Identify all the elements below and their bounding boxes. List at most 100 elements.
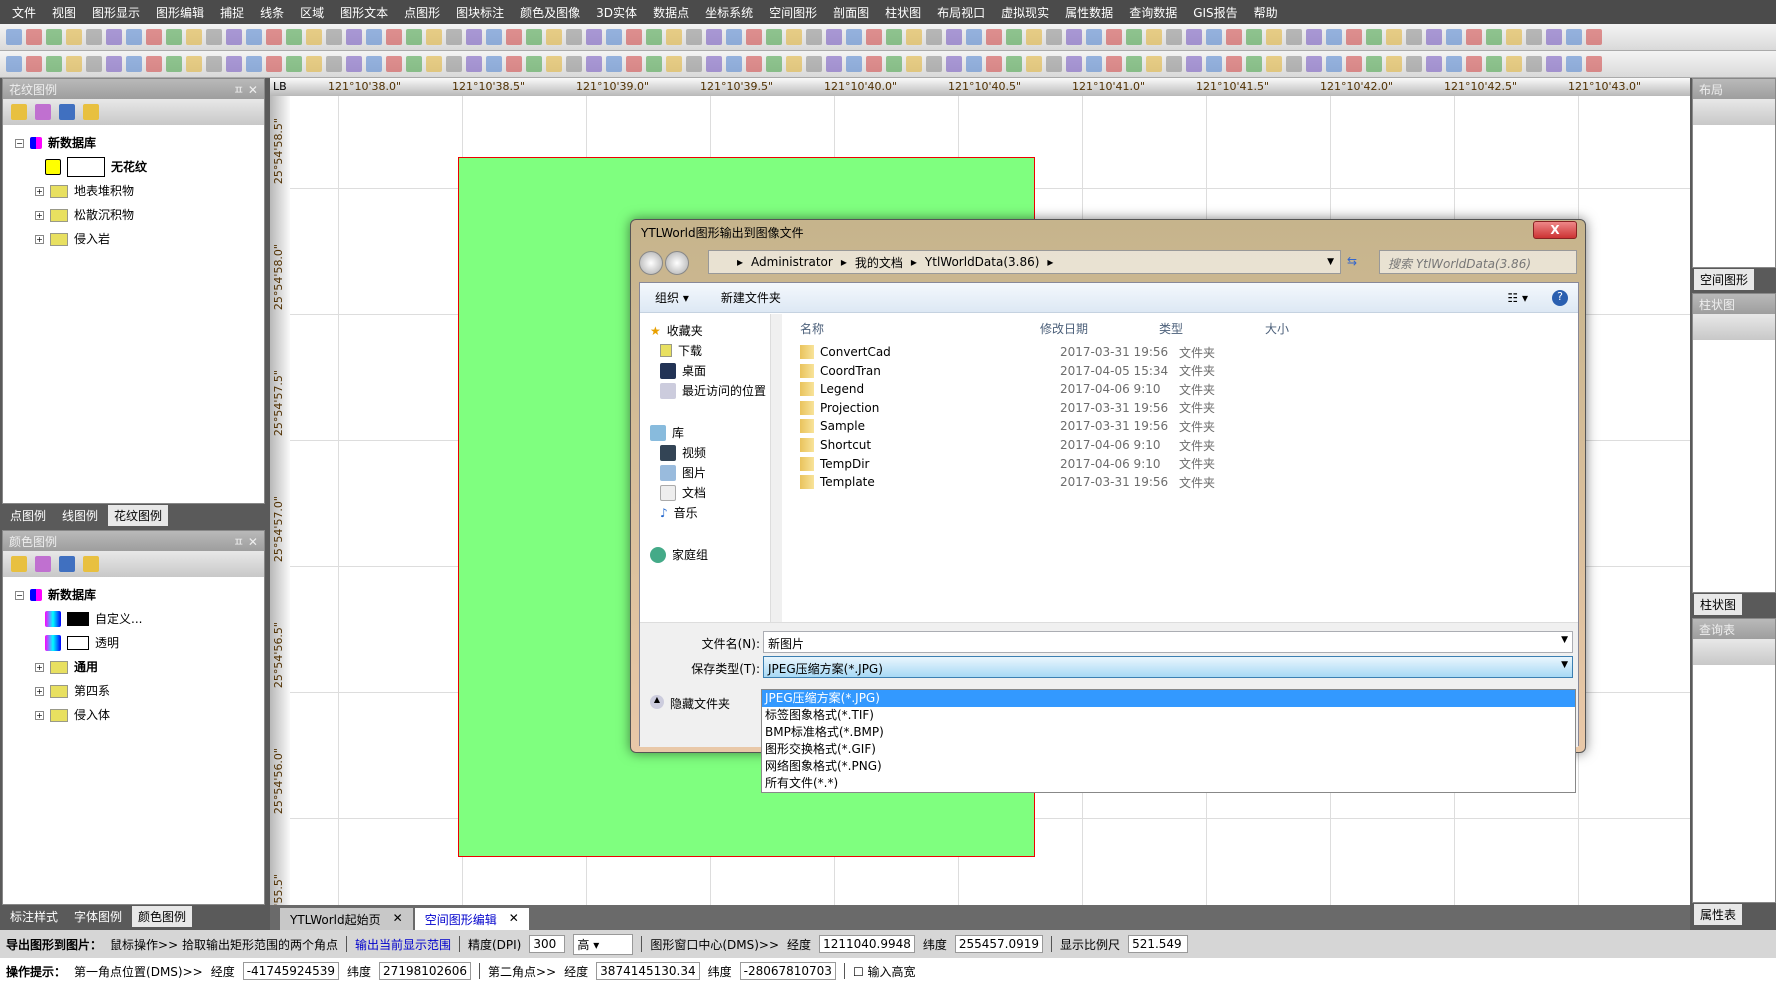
toolbar-button-icon[interactable]: [1186, 56, 1202, 72]
toolbar-button-icon[interactable]: [626, 56, 642, 72]
toolbar-button-icon[interactable]: [546, 56, 562, 72]
toolbar-button-icon[interactable]: [686, 29, 702, 45]
toolbar-button-icon[interactable]: [146, 29, 162, 45]
tab-line-legend[interactable]: 线图例: [56, 505, 104, 526]
tool-icon[interactable]: [35, 556, 51, 572]
toolbar-button-icon[interactable]: [1446, 29, 1462, 45]
tool-icon[interactable]: [35, 104, 51, 120]
menu-item[interactable]: 捕捉: [220, 4, 244, 21]
toolbar-button-icon[interactable]: [1426, 56, 1442, 72]
toolbar-button-icon[interactable]: [1506, 56, 1522, 72]
toolbar-button-icon[interactable]: [26, 56, 42, 72]
close-icon[interactable]: ✕: [393, 911, 403, 927]
toolbar-button-icon[interactable]: [1026, 56, 1042, 72]
toolbar-button-icon[interactable]: [6, 56, 22, 72]
toolbar-button-icon[interactable]: [806, 29, 822, 45]
toolbar-button-icon[interactable]: [366, 56, 382, 72]
quality-select[interactable]: 高 ▾: [573, 933, 634, 955]
nav-homegroup[interactable]: 家庭组: [650, 546, 708, 563]
toolbar-button-icon[interactable]: [926, 56, 942, 72]
toolbar-button-icon[interactable]: [186, 56, 202, 72]
address-bar[interactable]: ▸ Administrator ▸ 我的文档 ▸ YtlWorldData(3.86) ▸ …: [708, 250, 1341, 274]
savetype-select[interactable]: JPEG压缩方案(*.JPG) ▼: [763, 656, 1573, 678]
toolbar-button-icon[interactable]: [606, 29, 622, 45]
search-input[interactable]: 搜索 YtlWorldData(3.86): [1379, 250, 1577, 274]
toolbar-button-icon[interactable]: [1346, 29, 1362, 45]
toolbar-button-icon[interactable]: [46, 29, 62, 45]
tab-label-style[interactable]: 标注样式: [4, 906, 64, 927]
toolbar-button-icon[interactable]: [1186, 29, 1202, 45]
p2-lat-input[interactable]: -28067810703: [739, 962, 836, 980]
toolbar-button-icon[interactable]: [1506, 29, 1522, 45]
toolbar-button-icon[interactable]: [446, 56, 462, 72]
toolbar-button-icon[interactable]: [1246, 56, 1262, 72]
new-folder-icon[interactable]: [83, 556, 99, 572]
toolbar-button-icon[interactable]: [1046, 29, 1062, 45]
toolbar-button-icon[interactable]: [666, 29, 682, 45]
toolbar-button-icon[interactable]: [386, 56, 402, 72]
toolbar-button-icon[interactable]: [506, 56, 522, 72]
toolbar-button-icon[interactable]: [1286, 56, 1302, 72]
menu-item[interactable]: 图块标注: [456, 4, 504, 21]
toolbar-button-icon[interactable]: [86, 56, 102, 72]
tree-root[interactable]: − 新数据库: [15, 131, 264, 155]
toolbar-button-icon[interactable]: [366, 29, 382, 45]
toolbar-button-icon[interactable]: [1126, 56, 1142, 72]
tab-pattern-legend[interactable]: 花纹图例: [108, 505, 169, 526]
toolbar-button-icon[interactable]: [326, 56, 342, 72]
file-row[interactable]: Projection 2017-03-31 19:56 文件夹: [800, 398, 1400, 418]
close-icon[interactable]: ✕: [509, 911, 519, 927]
file-row[interactable]: CoordTran 2017-04-05 15:34 文件夹: [800, 361, 1400, 381]
toolbar-button-icon[interactable]: [66, 29, 82, 45]
file-row[interactable]: ConvertCad 2017-03-31 19:56 文件夹: [800, 342, 1400, 362]
toolbar-button-icon[interactable]: [966, 56, 982, 72]
toolbar-button-icon[interactable]: [826, 56, 842, 72]
chevron-down-icon[interactable]: ▼: [1561, 635, 1568, 645]
close-icon[interactable]: ㅍ ✕: [233, 81, 258, 97]
toolbar-button-icon[interactable]: [186, 29, 202, 45]
toolbar-button-icon[interactable]: [1366, 56, 1382, 72]
input-size-checkbox[interactable]: ☐ 输入高宽: [853, 963, 916, 980]
tab-attributes[interactable]: 属性表: [1694, 904, 1743, 925]
toolbar-button-icon[interactable]: [406, 29, 422, 45]
toolbar-button-icon[interactable]: [1586, 56, 1602, 72]
menu-item[interactable]: 剖面图: [833, 4, 869, 21]
toolbar-button-icon[interactable]: [1226, 56, 1242, 72]
menu-item[interactable]: 布局视口: [937, 4, 985, 21]
menu-item[interactable]: 柱状图: [885, 4, 921, 21]
toolbar-button-icon[interactable]: [946, 29, 962, 45]
toolbar-button-icon[interactable]: [246, 29, 262, 45]
menu-item[interactable]: 图形文本: [340, 4, 388, 21]
toolbar-button-icon[interactable]: [166, 29, 182, 45]
toolbar-button-icon[interactable]: [786, 56, 802, 72]
p1-lat-input[interactable]: 27198102606: [379, 962, 472, 980]
toolbar-button-icon[interactable]: [1046, 56, 1062, 72]
menu-item[interactable]: 区域: [300, 4, 324, 21]
toolbar-button-icon[interactable]: [526, 56, 542, 72]
menu-item[interactable]: 数据点: [653, 4, 689, 21]
toolbar-button-icon[interactable]: [1306, 29, 1322, 45]
table-icon[interactable]: [59, 556, 75, 572]
toolbar-button-icon[interactable]: [906, 29, 922, 45]
savetype-option[interactable]: 所有文件(*.*): [762, 775, 1575, 792]
toolbar-button-icon[interactable]: [486, 56, 502, 72]
tool-icon[interactable]: [11, 104, 27, 120]
close-icon[interactable]: ㅍ ✕: [233, 533, 258, 549]
toolbar-button-icon[interactable]: [706, 29, 722, 45]
file-row[interactable]: Legend 2017-04-06 9:10 文件夹: [800, 379, 1400, 399]
menu-item[interactable]: 颜色及图像: [520, 4, 580, 21]
toolbar-button-icon[interactable]: [786, 29, 802, 45]
toolbar-button-icon[interactable]: [1346, 56, 1362, 72]
toolbar-button-icon[interactable]: [1026, 29, 1042, 45]
tab-bar-chart[interactable]: 柱状图: [1694, 594, 1743, 615]
toolbar-button-icon[interactable]: [1266, 29, 1282, 45]
file-row[interactable]: TempDir 2017-04-06 9:10 文件夹: [800, 454, 1400, 474]
p2-lon-input[interactable]: 3874145130.34: [596, 962, 700, 980]
toolbar-button-icon[interactable]: [566, 56, 582, 72]
lat-input[interactable]: 255457.0919: [954, 935, 1044, 953]
toolbar-button-icon[interactable]: [926, 29, 942, 45]
toolbar-button-icon[interactable]: [646, 56, 662, 72]
new-folder-button[interactable]: 新建文件夹: [721, 289, 781, 306]
view-options-icon[interactable]: ☷ ▾: [1507, 291, 1528, 305]
tree-item[interactable]: + 侵入岩: [15, 227, 264, 251]
